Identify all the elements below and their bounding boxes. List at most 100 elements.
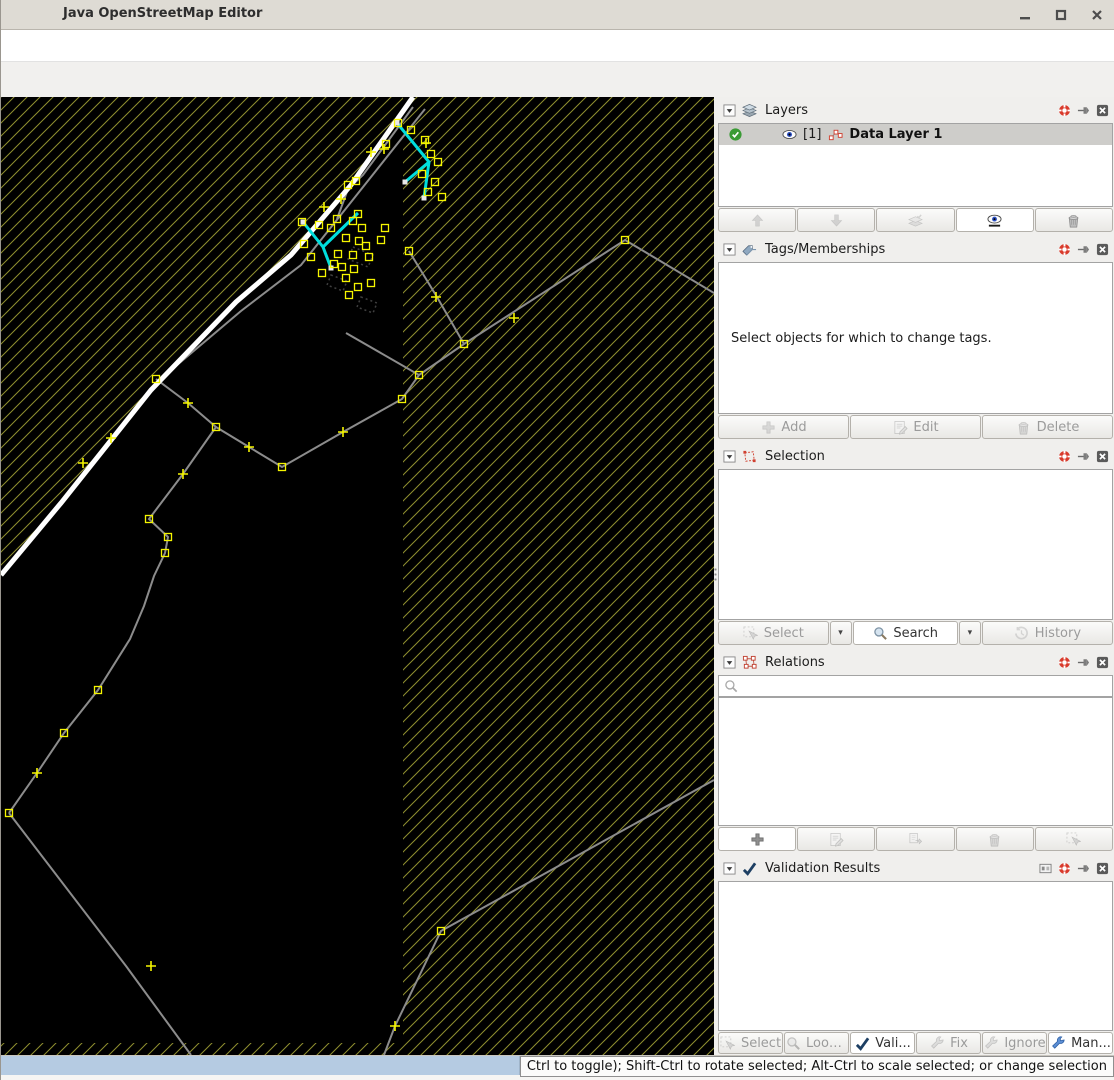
close-icon[interactable] [1095, 449, 1109, 463]
collapse-icon[interactable] [722, 449, 736, 463]
tags-panel: Tags/Memberships Select objects for whic… [717, 236, 1114, 440]
preferences-icon[interactable] [1038, 861, 1052, 875]
help-icon[interactable] [1057, 242, 1071, 256]
layer-list[interactable]: [1] Data Layer 1 [718, 123, 1113, 207]
plus-icon [760, 419, 776, 435]
edit-relation-button[interactable] [797, 827, 876, 851]
tags-message-area: Select objects for which to change tags. [718, 262, 1113, 414]
sticky-icon[interactable] [1076, 449, 1090, 463]
progress-bar [1, 1056, 520, 1075]
menu-bar [1, 30, 1114, 62]
tags-message: Select objects for which to change tags. [731, 330, 992, 346]
edit-tag-button[interactable]: Edit [850, 415, 981, 439]
status-hint: Ctrl to toggle); Shift-Ctrl to rotate se… [526, 1059, 1107, 1074]
validation-list[interactable] [718, 881, 1113, 1031]
delete-relation-button[interactable] [955, 827, 1034, 851]
validation-ignore-button[interactable]: Ignore [982, 1032, 1047, 1054]
select-cursor-icon [743, 625, 759, 641]
layer-visibility-icon[interactable] [781, 127, 797, 143]
validation-fix-button[interactable]: Fix [916, 1032, 981, 1054]
map-canvas[interactable] [1, 97, 714, 1055]
toggle-layer-visibility-button[interactable] [955, 208, 1034, 232]
titlebar: Java OpenStreetMap Editor [1, 0, 1114, 30]
edit-icon [828, 831, 844, 847]
panel-splitter[interactable] [714, 97, 717, 1055]
josm-window: Java OpenStreetMap Editor Layers [1] Dat… [0, 0, 1114, 1080]
close-button[interactable] [1090, 8, 1104, 22]
active-layer-icon[interactable] [727, 127, 743, 143]
close-icon[interactable] [1095, 861, 1109, 875]
selection-panel: Selection Select ▾ Search ▾ History [717, 443, 1114, 646]
panel-title: Tags/Memberships [765, 241, 886, 257]
relations-panel: Relations [717, 649, 1114, 852]
sticky-icon[interactable] [1076, 655, 1090, 669]
search-icon [872, 625, 888, 641]
merge-layer-button[interactable] [876, 208, 955, 232]
new-relation-button[interactable] [718, 827, 797, 851]
select-dropdown-button[interactable]: ▾ [829, 621, 852, 645]
close-icon[interactable] [1095, 242, 1109, 256]
search-icon [785, 1035, 801, 1051]
collapse-icon[interactable] [722, 861, 736, 875]
layer-index: [1] [803, 127, 822, 142]
validation-manage-button[interactable]: Man... [1048, 1032, 1113, 1054]
search-button[interactable]: Search [852, 621, 958, 645]
validation-panel: Validation Results Select Look... Vali..… [717, 855, 1114, 1055]
validation-validate-button[interactable]: Vali... [850, 1032, 915, 1054]
validation-select-button[interactable]: Select [718, 1032, 783, 1054]
data-layer-icon [827, 127, 843, 143]
statusbar: Ctrl to toggle); Shift-Ctrl to rotate se… [1, 1055, 1114, 1080]
close-icon[interactable] [1095, 103, 1109, 117]
sticky-icon[interactable] [1076, 861, 1090, 875]
selection-icon [741, 448, 757, 464]
map-svg [1, 97, 714, 1055]
trash-icon [1016, 419, 1032, 435]
status-hint-box: Ctrl to toggle); Shift-Ctrl to rotate se… [519, 1056, 1114, 1077]
validation-lookup-button[interactable]: Look... [784, 1032, 849, 1054]
selection-list[interactable] [718, 469, 1113, 620]
relation-search-input[interactable] [739, 677, 1112, 695]
panel-title: Relations [765, 654, 825, 670]
select-button[interactable]: Select [718, 621, 829, 645]
layers-panel: Layers [1] Data Layer 1 [717, 97, 1114, 233]
sticky-icon[interactable] [1076, 242, 1090, 256]
relation-search-field[interactable] [718, 675, 1113, 697]
trash-icon [1066, 212, 1082, 228]
minimize-button[interactable] [1018, 8, 1032, 22]
duplicate-relation-button[interactable] [876, 827, 955, 851]
collapse-icon[interactable] [722, 242, 736, 256]
delete-tag-button[interactable]: Delete [982, 415, 1113, 439]
sticky-icon[interactable] [1076, 103, 1090, 117]
edit-icon [892, 419, 908, 435]
help-icon[interactable] [1057, 449, 1071, 463]
search-dropdown-button[interactable]: ▾ [958, 621, 981, 645]
wrench-icon [983, 1035, 999, 1051]
tag-icon [741, 241, 757, 257]
close-icon[interactable] [1095, 655, 1109, 669]
up-arrow-icon [749, 212, 765, 228]
down-arrow-icon [828, 212, 844, 228]
add-tag-button[interactable]: Add [718, 415, 849, 439]
maximize-button[interactable] [1054, 8, 1068, 22]
collapse-icon[interactable] [722, 103, 736, 117]
check-icon [854, 1035, 870, 1051]
help-icon[interactable] [1057, 861, 1071, 875]
layers-icon [741, 102, 757, 118]
select-cursor-icon [720, 1035, 736, 1051]
wrench-blue-icon [1050, 1035, 1066, 1051]
relation-list[interactable] [718, 697, 1113, 826]
help-icon[interactable] [1057, 103, 1071, 117]
history-button[interactable]: History [981, 621, 1113, 645]
move-layer-up-button[interactable] [718, 208, 797, 232]
select-relation-members-button[interactable] [1034, 827, 1114, 851]
collapse-icon[interactable] [722, 655, 736, 669]
merge-layers-icon [908, 212, 924, 228]
eye-icon [987, 212, 1003, 228]
delete-layer-button[interactable] [1034, 208, 1114, 232]
move-layer-down-button[interactable] [797, 208, 876, 232]
panel-title: Validation Results [765, 860, 881, 876]
layer-row[interactable]: [1] Data Layer 1 [719, 124, 1112, 145]
validation-check-icon [741, 860, 757, 876]
trash-icon [987, 831, 1003, 847]
help-icon[interactable] [1057, 655, 1071, 669]
